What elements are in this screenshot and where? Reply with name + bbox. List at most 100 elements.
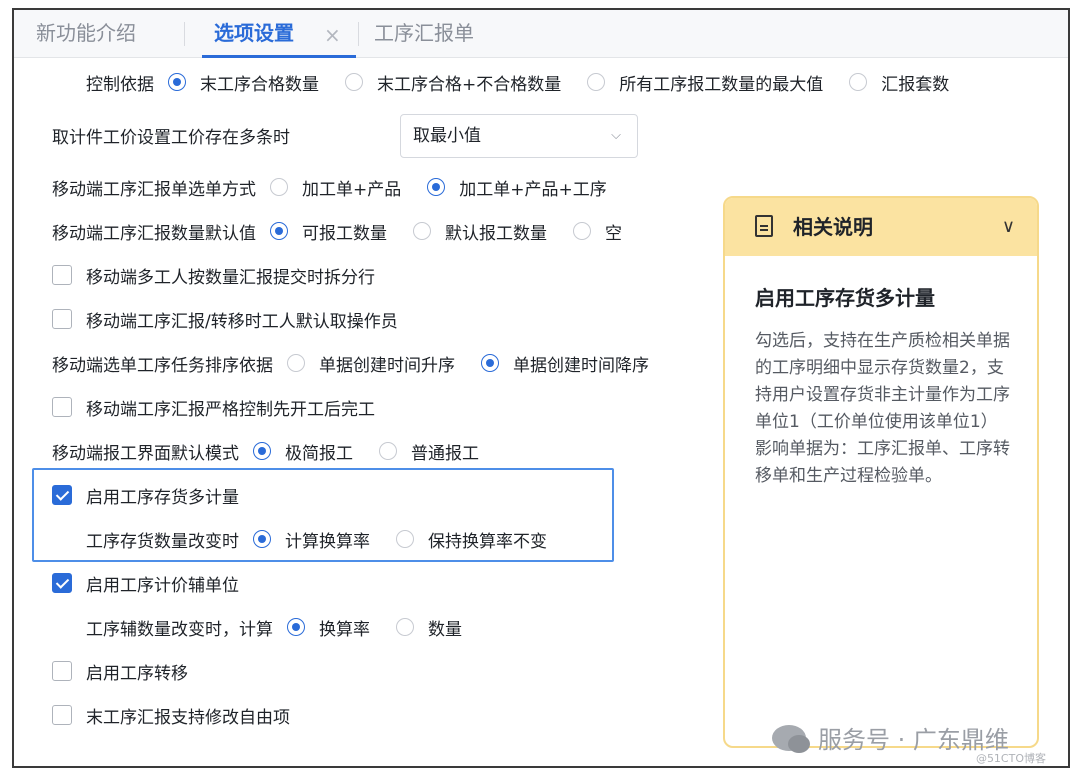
mobile-select-mode-option[interactable]: 加工单+产品 bbox=[270, 175, 401, 200]
help-body: 勾选后，支持在生产质检相关单据的工序明细中显示存货数量2，支持用户设置存货非主计… bbox=[755, 331, 1010, 486]
qty-change-option[interactable]: 保持换算率不变 bbox=[396, 527, 547, 552]
aux-unit-setting[interactable]: 启用工序计价辅单位 bbox=[52, 568, 239, 598]
mobile-qty-default-option[interactable]: 空 bbox=[573, 219, 622, 244]
multi-unit-label: 启用工序存货多计量 bbox=[86, 487, 239, 508]
radio[interactable] bbox=[413, 222, 431, 240]
chevron-down-icon: ⌵ bbox=[611, 128, 621, 143]
radio-selected[interactable] bbox=[270, 222, 288, 240]
help-panel: 相关说明 ∨ 启用工序存货多计量 勾选后，支持在生产质检相关单据的工序明细中显示… bbox=[723, 196, 1039, 748]
settings-window: 新功能介绍 选项设置 × 工序汇报单 控制依据 末工序合格数量 末工序合格+不合… bbox=[12, 8, 1070, 768]
wechat-icon bbox=[772, 724, 810, 753]
mobile-select-mode-row: 移动端工序汇报单选单方式 加工单+产品 加工单+产品+工序 bbox=[52, 172, 607, 202]
radio-selected[interactable] bbox=[168, 73, 186, 91]
mobile-qty-default-label: 移动端工序汇报数量默认值 bbox=[52, 223, 256, 244]
tab-process-report[interactable]: 工序汇报单 bbox=[374, 10, 474, 58]
control-basis-option[interactable]: 末工序合格+不合格数量 bbox=[345, 70, 561, 95]
mobile-sort-option[interactable]: 单据创建时间升序 bbox=[287, 351, 455, 376]
option-label: 末工序合格+不合格数量 bbox=[377, 74, 562, 95]
radio[interactable] bbox=[270, 178, 288, 196]
default-operator-setting[interactable]: 移动端工序汇报/转移时工人默认取操作员 bbox=[52, 304, 398, 334]
mobile-report-mode-label: 移动端报工界面默认模式 bbox=[52, 443, 239, 464]
free-items-label: 末工序汇报支持修改自由项 bbox=[86, 707, 290, 728]
strict-control-setting[interactable]: 移动端工序汇报严格控制先开工后完工 bbox=[52, 392, 375, 422]
free-items-checkbox[interactable] bbox=[52, 705, 72, 725]
mobile-qty-default-option[interactable]: 可报工数量 bbox=[270, 219, 387, 244]
radio[interactable] bbox=[379, 442, 397, 460]
radio[interactable] bbox=[345, 73, 363, 91]
radio[interactable] bbox=[396, 530, 414, 548]
document-icon bbox=[755, 215, 773, 237]
default-operator-checkbox[interactable] bbox=[52, 309, 72, 329]
mobile-select-mode-label: 移动端工序汇报单选单方式 bbox=[52, 179, 256, 200]
radio[interactable] bbox=[396, 618, 414, 636]
tab-bar: 新功能介绍 选项设置 × 工序汇报单 bbox=[14, 10, 1068, 58]
option-label: 换算率 bbox=[319, 619, 370, 640]
option-label: 极简报工 bbox=[285, 443, 353, 464]
control-basis-label: 控制依据 bbox=[86, 74, 154, 95]
option-label: 加工单+产品+工序 bbox=[459, 179, 607, 200]
watermark-small: @51CTO博客 bbox=[975, 752, 1046, 765]
aux-unit-checkbox[interactable] bbox=[52, 573, 72, 593]
option-label: 单据创建时间降序 bbox=[513, 355, 649, 376]
option-label: 末工序合格数量 bbox=[200, 74, 319, 95]
aux-change-label: 工序辅数量改变时，计算 bbox=[86, 619, 273, 640]
piece-rate-row: 取计件工价设置工价存在多条时 bbox=[52, 120, 290, 150]
option-label: 计算换算率 bbox=[285, 531, 370, 552]
mobile-sort-option[interactable]: 单据创建时间降序 bbox=[481, 351, 649, 376]
mobile-sort-label: 移动端选单工序任务排序依据 bbox=[52, 355, 273, 376]
help-heading: 启用工序存货多计量 bbox=[755, 286, 935, 310]
transfer-checkbox[interactable] bbox=[52, 661, 72, 681]
mobile-report-mode-option[interactable]: 普通报工 bbox=[379, 439, 479, 464]
strict-control-label: 移动端工序汇报严格控制先开工后完工 bbox=[86, 399, 375, 420]
aux-unit-label: 启用工序计价辅单位 bbox=[86, 575, 239, 596]
radio-selected[interactable] bbox=[287, 618, 305, 636]
tab-options[interactable]: 选项设置 bbox=[214, 10, 294, 58]
qty-change-label: 工序存货数量改变时 bbox=[86, 531, 239, 552]
aux-change-option[interactable]: 换算率 bbox=[287, 615, 370, 640]
radio[interactable] bbox=[573, 222, 591, 240]
qty-change-option[interactable]: 计算换算率 bbox=[253, 527, 370, 552]
piece-rate-select[interactable]: 取最小值 ⌵ bbox=[400, 114, 638, 158]
option-label: 默认报工数量 bbox=[445, 223, 547, 244]
radio[interactable] bbox=[287, 354, 305, 372]
piece-rate-label: 取计件工价设置工价存在多条时 bbox=[52, 127, 290, 148]
radio-selected[interactable] bbox=[481, 354, 499, 372]
default-operator-label: 移动端工序汇报/转移时工人默认取操作员 bbox=[86, 311, 398, 332]
mobile-report-mode-row: 移动端报工界面默认模式 极简报工 普通报工 bbox=[52, 436, 479, 466]
tab-close-icon[interactable]: × bbox=[324, 23, 341, 47]
radio-selected[interactable] bbox=[253, 442, 271, 460]
tab-options-label: 选项设置 bbox=[214, 21, 294, 45]
split-rows-setting[interactable]: 移动端多工人按数量汇报提交时拆分行 bbox=[52, 260, 375, 290]
option-label: 普通报工 bbox=[411, 443, 479, 464]
tab-divider bbox=[184, 22, 185, 46]
radio[interactable] bbox=[849, 73, 868, 91]
chevron-down-icon[interactable]: ∨ bbox=[1002, 198, 1015, 256]
split-rows-label: 移动端多工人按数量汇报提交时拆分行 bbox=[86, 267, 375, 288]
control-basis-row: 控制依据 末工序合格数量 末工序合格+不合格数量 所有工序报工数量的最大值 汇报… bbox=[86, 67, 949, 97]
radio-selected[interactable] bbox=[427, 178, 446, 196]
radio[interactable] bbox=[587, 73, 606, 91]
control-basis-option[interactable]: 所有工序报工数量的最大值 bbox=[587, 70, 823, 95]
multi-unit-checkbox[interactable] bbox=[52, 485, 72, 505]
mobile-select-mode-option[interactable]: 加工单+产品+工序 bbox=[427, 175, 607, 200]
option-label: 汇报套数 bbox=[881, 74, 950, 95]
help-panel-header[interactable]: 相关说明 ∨ bbox=[725, 198, 1037, 256]
mobile-sort-row: 移动端选单工序任务排序依据 单据创建时间升序 单据创建时间降序 bbox=[52, 348, 649, 378]
free-items-setting[interactable]: 末工序汇报支持修改自由项 bbox=[52, 700, 290, 730]
transfer-setting[interactable]: 启用工序转移 bbox=[52, 656, 188, 686]
mobile-qty-default-option[interactable]: 默认报工数量 bbox=[413, 219, 547, 244]
tab-new-features[interactable]: 新功能介绍 bbox=[36, 10, 136, 58]
aux-change-option[interactable]: 数量 bbox=[396, 615, 462, 640]
mobile-qty-default-row: 移动端工序汇报数量默认值 可报工数量 默认报工数量 空 bbox=[52, 216, 622, 246]
control-basis-option[interactable]: 末工序合格数量 bbox=[168, 70, 319, 95]
option-label: 可报工数量 bbox=[302, 223, 387, 244]
mobile-report-mode-option[interactable]: 极简报工 bbox=[253, 439, 353, 464]
control-basis-option[interactable]: 汇报套数 bbox=[849, 70, 949, 95]
active-tab-indicator bbox=[202, 55, 356, 58]
transfer-label: 启用工序转移 bbox=[86, 663, 188, 684]
radio-selected[interactable] bbox=[253, 530, 271, 548]
split-rows-checkbox[interactable] bbox=[52, 265, 72, 285]
multi-unit-setting[interactable]: 启用工序存货多计量 bbox=[52, 480, 239, 510]
option-label: 单据创建时间升序 bbox=[319, 355, 455, 376]
strict-control-checkbox[interactable] bbox=[52, 397, 72, 417]
